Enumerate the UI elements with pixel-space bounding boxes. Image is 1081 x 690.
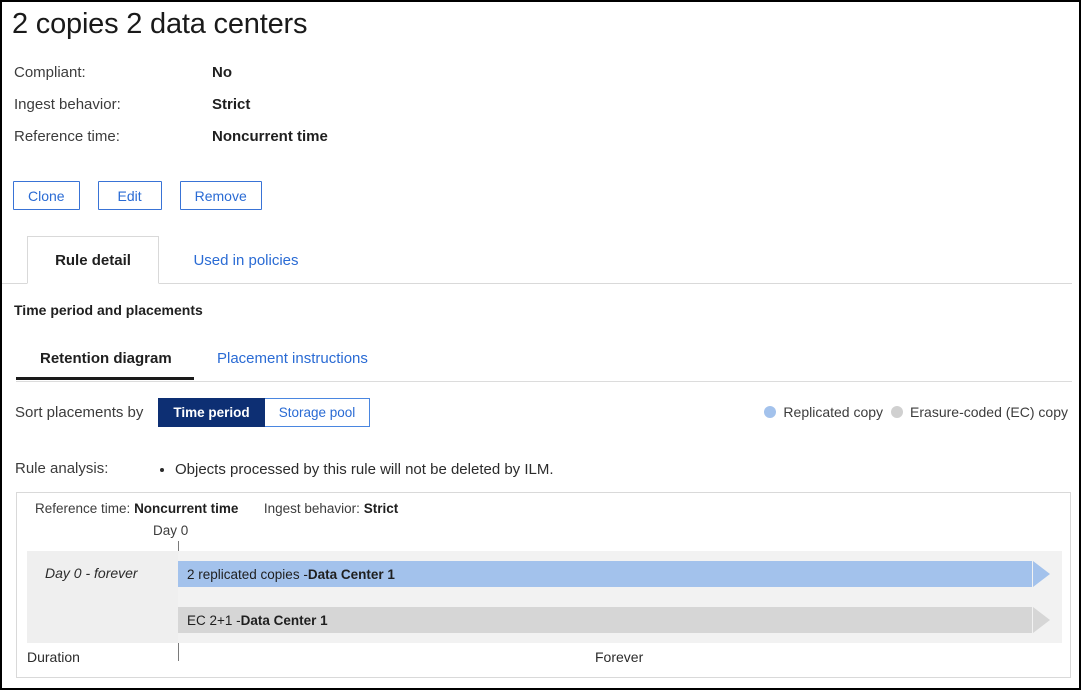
placement-bar-pool: Data Center 1 (241, 613, 328, 628)
replicated-copy-dot-icon (764, 406, 776, 418)
sort-placements-label: Sort placements by (15, 404, 143, 421)
placement-bar-erasure-coded: EC 2+1 - Data Center 1 (178, 607, 1032, 633)
placement-bar-replicated: 2 replicated copies - Data Center 1 (178, 561, 1032, 587)
reference-time-value: Noncurrent time (212, 128, 328, 145)
diagram-reference-time-label: Reference time: (35, 501, 130, 516)
placement-row-erasure-coded[interactable]: EC 2+1 - Data Center 1 (178, 607, 1050, 633)
copy-type-legend: Replicated copy Erasure-coded (EC) copy (764, 404, 1068, 420)
tab-placement-instructions[interactable]: Placement instructions (217, 338, 368, 379)
rule-analysis-label: Rule analysis: (15, 460, 157, 477)
action-button-group: Clone Edit Remove (13, 181, 262, 210)
clone-button[interactable]: Clone (13, 181, 80, 210)
compliant-label: Compliant: (14, 64, 212, 81)
placement-row-replicated[interactable]: 2 replicated copies - Data Center 1 (178, 561, 1050, 587)
ingest-behavior-value: Strict (212, 96, 250, 113)
legend-item-replicated: Replicated copy (764, 404, 883, 420)
timeline-start-marker-label: Day 0 (153, 523, 188, 538)
forever-arrow-icon (1033, 607, 1050, 633)
diagram-ingest-behavior-value: Strict (364, 501, 399, 516)
duration-value: Forever (595, 649, 643, 665)
placement-bar-prefix: 2 replicated copies - (187, 567, 308, 582)
remove-button[interactable]: Remove (180, 181, 262, 210)
tab-retention-diagram[interactable]: Retention diagram (40, 338, 172, 379)
summary-row-reference-time: Reference time: Noncurrent time (14, 128, 328, 160)
time-period-label: Day 0 - forever (45, 565, 138, 581)
section-heading: Time period and placements (14, 302, 203, 318)
legend-item-erasure-coded: Erasure-coded (EC) copy (891, 404, 1068, 420)
tab-used-in-policies[interactable]: Used in policies (166, 236, 326, 284)
primary-tab-bar: Rule detail Used in policies (2, 236, 1072, 284)
reference-time-label: Reference time: (14, 128, 212, 145)
summary-row-compliant: Compliant: No (14, 64, 328, 96)
edit-button[interactable]: Edit (98, 181, 162, 210)
duration-label: Duration (27, 649, 80, 665)
time-period-cell: Day 0 - forever (27, 551, 178, 643)
page-title: 2 copies 2 data centers (12, 8, 307, 41)
tab-rule-detail[interactable]: Rule detail (27, 236, 159, 284)
ingest-behavior-label: Ingest behavior: (14, 96, 212, 113)
sort-option-time-period[interactable]: Time period (158, 398, 264, 427)
diagram-header: Reference time: Noncurrent time Ingest b… (35, 501, 398, 516)
forever-arrow-icon (1033, 561, 1050, 587)
sort-option-storage-pool[interactable]: Storage pool (265, 398, 371, 427)
rule-analysis-list: Objects processed by this rule will not … (157, 460, 554, 480)
summary-row-ingest-behavior: Ingest behavior: Strict (14, 96, 328, 128)
compliant-value: No (212, 64, 232, 81)
legend-label-replicated: Replicated copy (783, 404, 883, 420)
ilm-rule-detail-page: 2 copies 2 data centers Compliant: No In… (0, 0, 1081, 690)
rule-analysis: Rule analysis: Objects processed by this… (15, 460, 554, 480)
legend-label-erasure-coded: Erasure-coded (EC) copy (910, 404, 1068, 420)
rule-analysis-item: Objects processed by this rule will not … (175, 460, 554, 480)
retention-diagram-panel: Reference time: Noncurrent time Ingest b… (16, 492, 1071, 678)
rule-summary-fields: Compliant: No Ingest behavior: Strict Re… (14, 64, 328, 160)
diagram-reference-time-value: Noncurrent time (134, 501, 238, 516)
secondary-tab-bar: Retention diagram Placement instructions (2, 338, 1072, 382)
placement-bar-prefix: EC 2+1 - (187, 613, 241, 628)
sort-segmented-control: Time period Storage pool (158, 398, 370, 427)
placement-bar-pool: Data Center 1 (308, 567, 395, 582)
erasure-coded-copy-dot-icon (891, 406, 903, 418)
diagram-ingest-behavior-label: Ingest behavior: (264, 501, 360, 516)
sort-placements-control: Sort placements by Time period Storage p… (15, 398, 370, 427)
